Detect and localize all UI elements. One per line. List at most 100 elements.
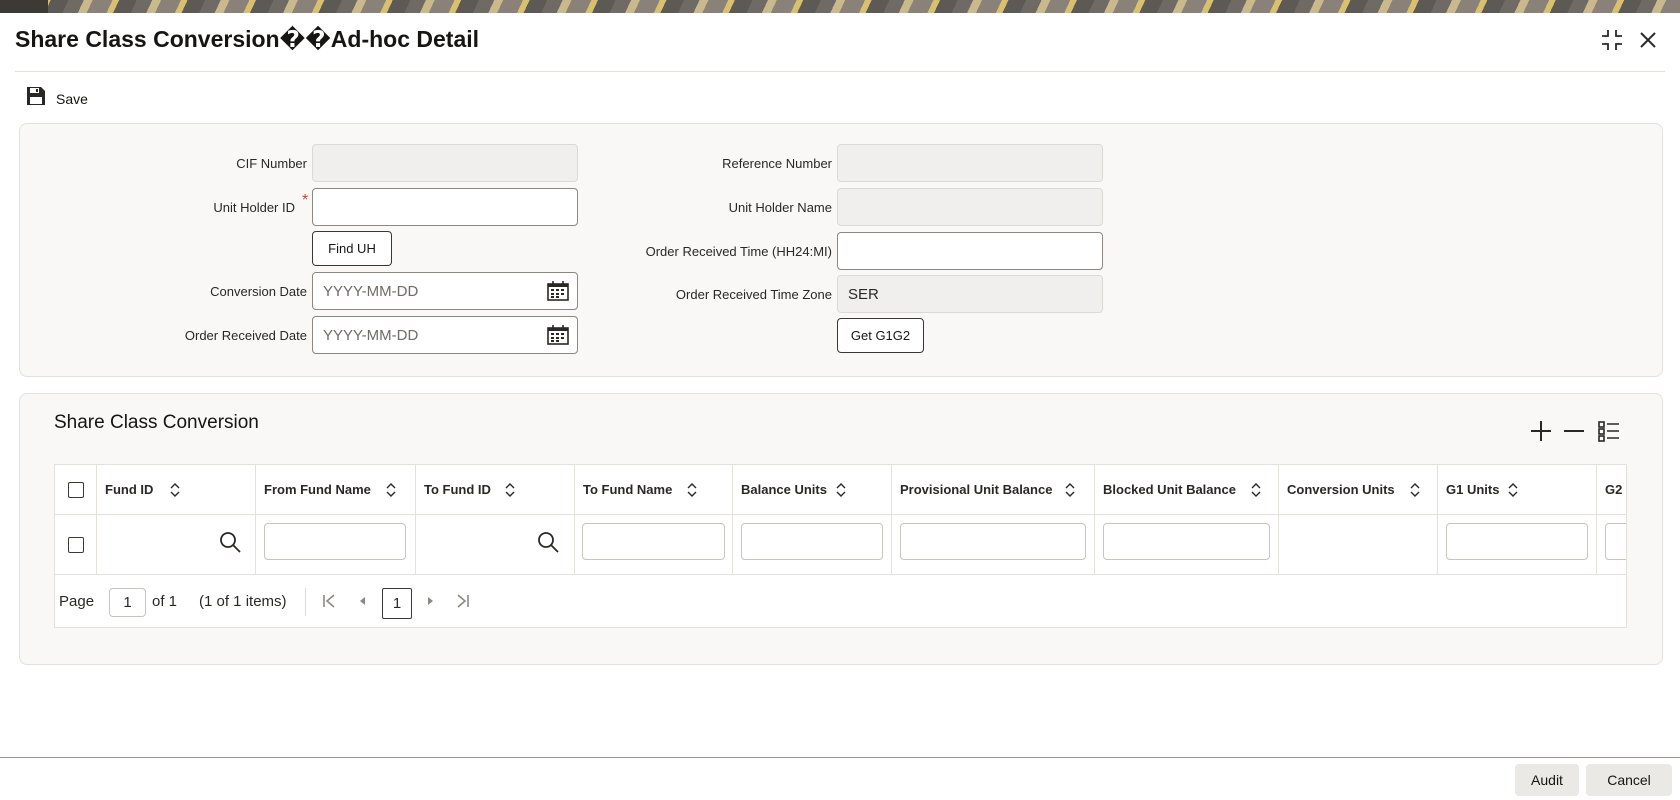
column-label: G2 Units <box>1605 482 1626 497</box>
audit-button[interactable]: Audit <box>1515 764 1579 796</box>
column-label: Fund ID <box>105 482 154 497</box>
floppy-disk-icon <box>26 86 46 111</box>
top-banner <box>0 0 1680 13</box>
balance-units-input[interactable] <box>741 523 883 560</box>
collapse-corners-icon[interactable] <box>1600 28 1624 52</box>
column-header-to-fund-id[interactable]: To Fund ID <box>416 465 575 514</box>
find-uh-button[interactable]: Find UH <box>312 231 392 266</box>
row-checkbox[interactable] <box>68 537 84 553</box>
get-g1g2-button[interactable]: Get G1G2 <box>837 318 924 353</box>
conversion-date-placeholder: YYYY-MM-DD <box>323 282 419 300</box>
conversion-date-field[interactable]: YYYY-MM-DD <box>312 272 578 310</box>
header-select-cell <box>55 465 97 514</box>
page-button-1[interactable]: 1 <box>382 588 412 619</box>
column-header-g1-units[interactable]: G1 Units <box>1438 465 1597 514</box>
column-header-balance-units[interactable]: Balance Units <box>733 465 892 514</box>
first-page-icon[interactable] <box>321 593 337 609</box>
window-title: Share Class Conversion��Ad-hoc Detail <box>15 26 480 52</box>
column-header-g2-units[interactable]: G2 Units <box>1597 465 1626 514</box>
sort-icon <box>505 483 515 497</box>
provisional-unit-balance-cell <box>892 515 1095 574</box>
reference-number-label: Reference Number <box>722 156 832 171</box>
calendar-icon[interactable] <box>547 325 569 349</box>
to-fund-id-cell[interactable] <box>416 515 575 574</box>
column-label: G1 Units <box>1446 482 1500 497</box>
blocked-unit-balance-input[interactable] <box>1103 523 1270 560</box>
cif-number-field[interactable] <box>312 144 578 182</box>
title-divider <box>15 71 1665 72</box>
save-button[interactable]: Save <box>26 86 88 111</box>
column-label: Blocked Unit Balance <box>1103 482 1236 497</box>
row-select-cell <box>55 515 97 574</box>
fund-id-cell[interactable] <box>97 515 256 574</box>
pager-divider <box>305 588 306 616</box>
order-received-date-placeholder: YYYY-MM-DD <box>323 326 419 344</box>
reference-number-field[interactable] <box>837 144 1103 182</box>
g2-units-input[interactable] <box>1605 523 1626 560</box>
sort-icon <box>1508 483 1518 497</box>
next-page-icon[interactable] <box>425 593 437 609</box>
page-label: Page <box>59 593 95 610</box>
banner-tab <box>0 0 48 13</box>
to-fund-name-input[interactable] <box>582 523 725 560</box>
conversion-table: Fund ID From Fund Name To Fund ID To Fun… <box>54 464 1627 628</box>
save-label: Save <box>56 90 88 107</box>
sort-icon <box>1410 483 1420 497</box>
detail-form-panel: CIF Number Unit Holder ID * Find UH Conv… <box>19 123 1663 377</box>
order-received-time-zone-label: Order Received Time Zone <box>675 287 832 302</box>
sort-icon <box>687 483 697 497</box>
unit-holder-name-field[interactable] <box>837 188 1103 226</box>
required-marker: * <box>302 192 309 209</box>
unit-holder-name-label: Unit Holder Name <box>728 200 832 215</box>
cif-number-label: CIF Number <box>236 156 307 171</box>
order-received-time-label: Order Received Time (HH24:MI) <box>645 244 832 259</box>
from-fund-name-cell <box>256 515 416 574</box>
unit-holder-id-label: Unit Holder ID <box>213 200 295 215</box>
g1-units-cell <box>1438 515 1597 574</box>
previous-page-icon[interactable] <box>356 593 368 609</box>
single-record-view-icon[interactable] <box>1598 420 1620 447</box>
order-received-time-zone-field[interactable]: SER <box>837 275 1103 313</box>
column-label: To Fund Name <box>583 482 673 497</box>
page-number-input[interactable]: 1 <box>109 588 146 617</box>
add-row-icon[interactable] <box>1530 420 1552 447</box>
column-header-blocked-unit-balance[interactable]: Blocked Unit Balance <box>1095 465 1279 514</box>
section-title: Share Class Conversion <box>54 412 259 433</box>
search-icon <box>220 532 241 553</box>
sort-icon <box>386 483 396 497</box>
column-label: From Fund Name <box>264 482 371 497</box>
column-label: Conversion Units <box>1287 482 1395 497</box>
provisional-unit-balance-input[interactable] <box>900 523 1086 560</box>
delete-row-icon[interactable] <box>1563 420 1585 447</box>
sort-icon <box>1251 483 1261 497</box>
footer-divider <box>0 757 1680 758</box>
column-header-conversion-units[interactable]: Conversion Units <box>1279 465 1438 514</box>
calendar-icon[interactable] <box>547 281 569 305</box>
column-label: Provisional Unit Balance <box>900 482 1053 497</box>
items-count-label: (1 of 1 items) <box>199 593 287 610</box>
column-label: To Fund ID <box>424 482 491 497</box>
from-fund-name-input[interactable] <box>264 523 406 560</box>
to-fund-name-cell <box>575 515 733 574</box>
g1-units-input[interactable] <box>1446 523 1588 560</box>
sort-icon <box>170 483 180 497</box>
cancel-button[interactable]: Cancel <box>1586 764 1672 796</box>
column-header-provisional-unit-balance[interactable]: Provisional Unit Balance <box>892 465 1095 514</box>
share-class-conversion-panel: Share Class Conversion Fund ID From Fund… <box>19 393 1663 665</box>
last-page-icon[interactable] <box>455 593 471 609</box>
column-label: Balance Units <box>741 482 827 497</box>
unit-holder-id-field[interactable] <box>312 188 578 226</box>
column-header-fund-id[interactable]: Fund ID <box>97 465 256 514</box>
column-header-to-fund-name[interactable]: To Fund Name <box>575 465 733 514</box>
pagination-bar: Page 1 of 1 (1 of 1 items) 1 <box>55 576 1626 627</box>
column-header-from-fund-name[interactable]: From Fund Name <box>256 465 416 514</box>
table-row <box>55 515 1626 575</box>
g2-units-cell <box>1597 515 1626 574</box>
order-received-time-field[interactable] <box>837 232 1103 270</box>
search-icon <box>538 532 559 553</box>
close-icon[interactable] <box>1636 28 1660 52</box>
sort-icon <box>836 483 846 497</box>
balance-units-cell <box>733 515 892 574</box>
order-received-date-field[interactable]: YYYY-MM-DD <box>312 316 578 354</box>
select-all-checkbox[interactable] <box>68 482 84 498</box>
